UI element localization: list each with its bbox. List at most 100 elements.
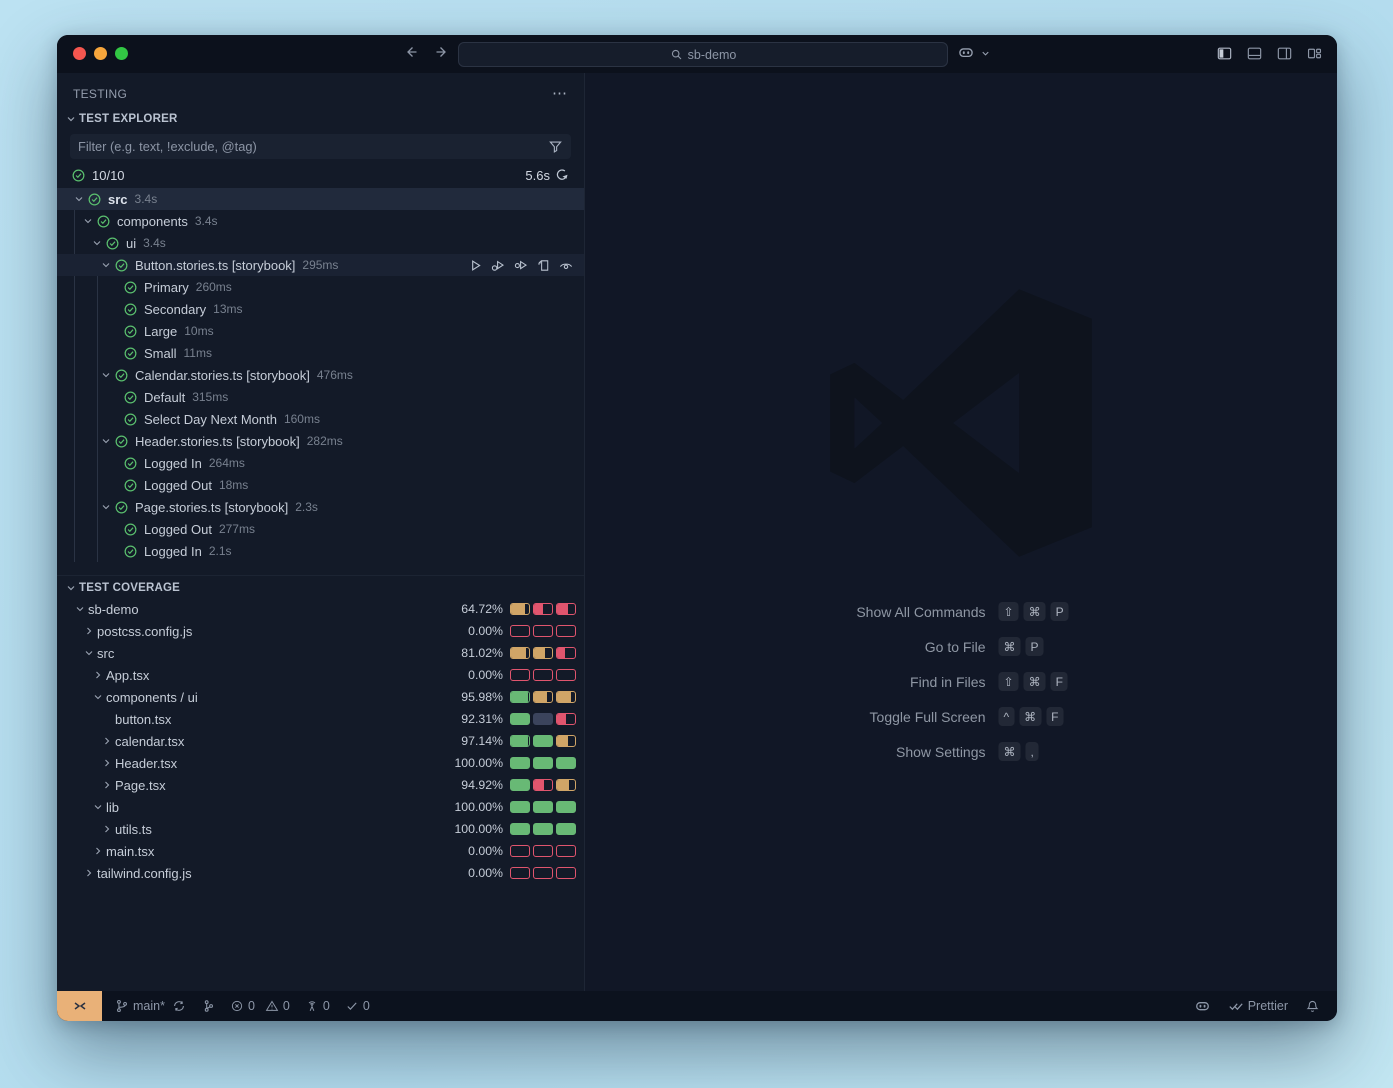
run-coverage-icon[interactable] — [513, 257, 529, 273]
test-tree-item[interactable]: components3.4s — [57, 210, 584, 232]
chevron-down-icon[interactable] — [90, 691, 106, 703]
test-tree-item[interactable]: Calendar.stories.ts [storybook]476ms — [57, 364, 584, 386]
minimize-window-button[interactable] — [94, 47, 107, 60]
git-branch-status[interactable]: main* — [115, 999, 186, 1013]
customize-layout-icon[interactable] — [1306, 45, 1323, 62]
copilot-menu[interactable] — [957, 44, 991, 62]
test-item-label: src — [108, 192, 128, 207]
coverage-tree-item[interactable]: components / ui95.98% — [57, 686, 584, 708]
coverage-percent: 64.72% — [461, 602, 503, 616]
test-item-label: Logged In — [144, 456, 202, 471]
test-tree-item[interactable]: src3.4s — [57, 188, 584, 210]
coverage-tree-item[interactable]: utils.ts100.00% — [57, 818, 584, 840]
chevron-down-icon[interactable] — [98, 435, 114, 447]
test-tree-item[interactable]: Logged Out18ms — [57, 474, 584, 496]
test-passed-icon — [123, 324, 138, 339]
maximize-window-button[interactable] — [115, 47, 128, 60]
chevron-down-icon[interactable] — [72, 603, 88, 615]
shortcut-keys: ⌘P — [999, 637, 1159, 656]
ports-status[interactable]: 0 — [305, 999, 330, 1013]
close-window-button[interactable] — [73, 47, 86, 60]
go-to-test-icon[interactable] — [536, 258, 551, 273]
test-tree-item[interactable]: Logged In264ms — [57, 452, 584, 474]
git-sync-icon[interactable] — [172, 999, 186, 1013]
chevron-right-icon[interactable] — [90, 669, 106, 681]
coverage-bar — [533, 801, 553, 813]
problems-status[interactable]: 0 0 — [230, 999, 290, 1013]
filter-icon[interactable] — [548, 139, 563, 154]
chevron-right-icon[interactable] — [99, 779, 115, 791]
coverage-stats: 94.92% — [461, 774, 576, 796]
test-tree-item[interactable]: Select Day Next Month160ms — [57, 408, 584, 430]
coverage-tree-item[interactable]: Header.tsx100.00% — [57, 752, 584, 774]
test-coverage-section-header[interactable]: TEST COVERAGE — [57, 575, 584, 598]
formatter-status[interactable]: Prettier — [1228, 998, 1288, 1014]
chevron-down-icon[interactable] — [98, 259, 114, 271]
rerun-tests-icon[interactable] — [554, 167, 570, 183]
test-passed-icon — [114, 368, 129, 383]
toggle-primary-sidebar-icon[interactable] — [1216, 45, 1233, 62]
test-item-duration: 11ms — [184, 346, 212, 360]
toggle-secondary-sidebar-icon[interactable] — [1276, 45, 1293, 62]
coverage-tree-item[interactable]: App.tsx0.00% — [57, 664, 584, 686]
chevron-down-icon[interactable] — [98, 501, 114, 513]
test-passed-icon — [123, 280, 138, 295]
toggle-panel-icon[interactable] — [1246, 45, 1263, 62]
shortcut-keys: ^⌘F — [999, 707, 1159, 726]
chevron-right-icon[interactable] — [99, 757, 115, 769]
command-center-search[interactable]: sb-demo — [458, 42, 948, 67]
chevron-right-icon[interactable] — [81, 625, 97, 637]
test-tree-item[interactable]: Button.stories.ts [storybook]295ms — [57, 254, 584, 276]
chevron-down-icon[interactable] — [90, 801, 106, 813]
coverage-tree-item[interactable]: tailwind.config.js0.00% — [57, 862, 584, 884]
test-status[interactable]: 0 — [345, 999, 370, 1013]
test-tree-item[interactable]: Page.stories.ts [storybook]2.3s — [57, 496, 584, 518]
back-icon[interactable] — [403, 44, 419, 60]
chevron-down-icon[interactable] — [71, 193, 87, 205]
forward-icon[interactable] — [434, 44, 450, 60]
test-tree-item[interactable]: Default315ms — [57, 386, 584, 408]
chevron-down-icon[interactable] — [98, 369, 114, 381]
chevron-right-icon[interactable] — [99, 823, 115, 835]
chevron-right-icon[interactable] — [81, 867, 97, 879]
coverage-bar — [510, 647, 530, 659]
test-tree-item[interactable]: Secondary13ms — [57, 298, 584, 320]
test-item-label: Select Day Next Month — [144, 412, 277, 427]
shortcut-label: Show Settings — [764, 744, 999, 760]
peek-icon[interactable] — [558, 257, 574, 273]
test-explorer-section-header[interactable]: TEST EXPLORER — [57, 107, 584, 130]
coverage-tree-item[interactable]: button.tsx92.31% — [57, 708, 584, 730]
coverage-tree-item[interactable]: src81.02% — [57, 642, 584, 664]
coverage-tree-item[interactable]: postcss.config.js0.00% — [57, 620, 584, 642]
test-tree-item[interactable]: Small11ms — [57, 342, 584, 364]
source-control-graph-icon[interactable] — [201, 999, 215, 1013]
coverage-percent: 100.00% — [454, 822, 503, 836]
test-tree-item[interactable]: Logged In2.1s — [57, 540, 584, 562]
test-item-label: Default — [144, 390, 185, 405]
test-tree-item[interactable]: Logged Out277ms — [57, 518, 584, 540]
coverage-tree-item[interactable]: sb-demo64.72% — [57, 598, 584, 620]
key-cap: ⌘ — [999, 637, 1021, 656]
coverage-tree-item[interactable]: main.tsx0.00% — [57, 840, 584, 862]
remote-indicator[interactable] — [57, 991, 102, 1021]
coverage-tree-item[interactable]: Page.tsx94.92% — [57, 774, 584, 796]
chevron-right-icon[interactable] — [90, 845, 106, 857]
test-item-label: Logged Out — [144, 522, 212, 537]
run-icon[interactable] — [468, 258, 483, 273]
coverage-tree-item[interactable]: calendar.tsx97.14% — [57, 730, 584, 752]
chevron-down-icon[interactable] — [81, 647, 97, 659]
chevron-right-icon[interactable] — [99, 735, 115, 747]
chevron-down-icon[interactable] — [80, 215, 96, 227]
coverage-stats: 92.31% — [461, 708, 576, 730]
more-actions-icon[interactable]: ⋯ — [552, 89, 568, 99]
debug-icon[interactable] — [490, 257, 506, 273]
test-tree-item[interactable]: Header.stories.ts [storybook]282ms — [57, 430, 584, 452]
chevron-down-icon[interactable] — [89, 237, 105, 249]
test-tree-item[interactable]: Large10ms — [57, 320, 584, 342]
notifications-bell-icon[interactable] — [1305, 999, 1320, 1014]
coverage-tree-item[interactable]: lib100.00% — [57, 796, 584, 818]
test-filter-input[interactable]: Filter (e.g. text, !exclude, @tag) — [70, 134, 571, 159]
test-tree-item[interactable]: ui3.4s — [57, 232, 584, 254]
test-tree-item[interactable]: Primary260ms — [57, 276, 584, 298]
copilot-status-icon[interactable] — [1194, 998, 1211, 1015]
